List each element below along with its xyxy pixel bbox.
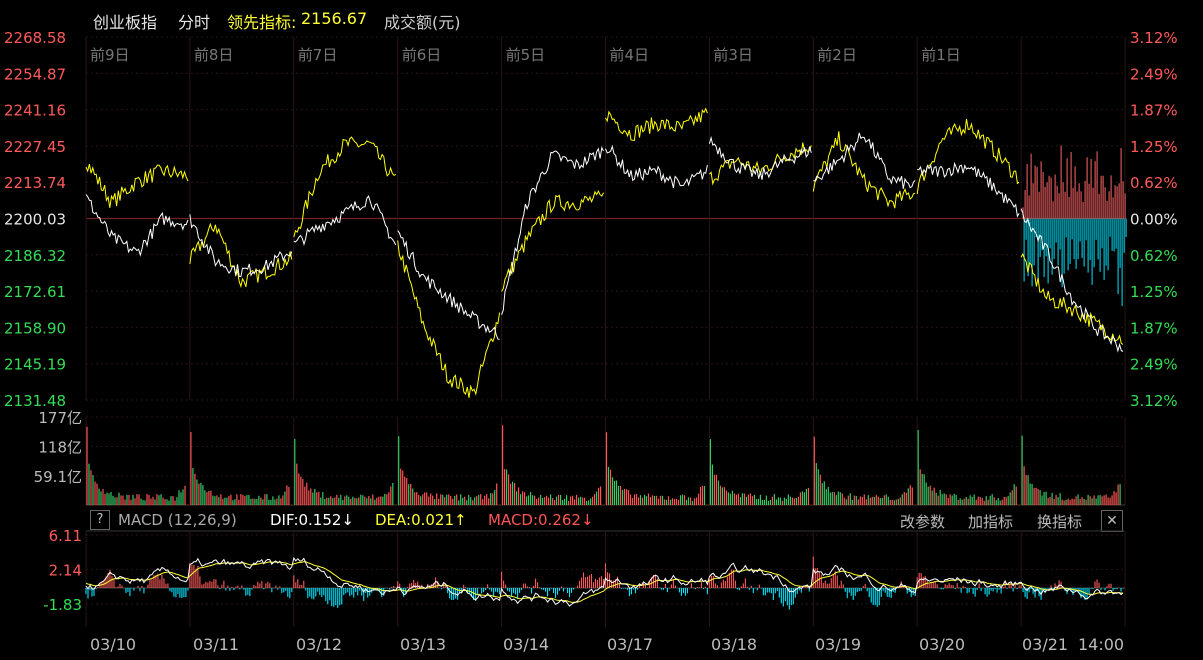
date-label: 03/21 (1022, 635, 1069, 654)
price-tick-right: 2.49% (1130, 65, 1178, 83)
day-label: 前4日 (610, 46, 650, 64)
day-label: 前2日 (817, 46, 857, 64)
day-label: 前9日 (90, 46, 130, 64)
day-label: 前3日 (713, 46, 753, 64)
price-tick-right: 0.62% (1130, 174, 1178, 192)
index-price-line (85, 132, 1124, 353)
volume-tick: 177亿 (38, 409, 82, 427)
date-label: 03/12 (296, 635, 343, 654)
macd-tick: 2.14 (49, 561, 82, 579)
day-label: 前8日 (194, 46, 234, 64)
day-label: 前7日 (298, 46, 338, 64)
price-tick-left: 2254.87 (4, 65, 66, 83)
date-label: 14:00 (1078, 635, 1125, 654)
price-tick-right: 1.25% (1130, 283, 1178, 301)
volume-tick: 118亿 (38, 439, 82, 457)
date-label: 03/17 (607, 635, 654, 654)
date-label: 03/13 (400, 635, 447, 654)
price-tick-left: 2213.74 (4, 174, 66, 192)
price-tick-left: 2268.58 (4, 29, 66, 47)
price-tick-right: 1.25% (1130, 138, 1178, 156)
volume-tick: 59.1亿 (34, 468, 82, 486)
date-label: 03/18 (711, 635, 758, 654)
date-label: 03/10 (90, 635, 137, 654)
price-tick-right: 3.12% (1130, 29, 1178, 47)
day-label: 前6日 (402, 46, 442, 64)
day-label: 前5日 (506, 46, 546, 64)
date-label: 03/14 (503, 635, 550, 654)
price-tick-right: 0.00% (1130, 211, 1178, 229)
date-label: 03/11 (193, 635, 240, 654)
price-tick-left: 2227.45 (4, 138, 66, 156)
leading-indicator-line (85, 107, 1124, 398)
price-tick-left: 2145.19 (4, 356, 66, 374)
price-tick-left: 2241.16 (4, 102, 66, 120)
price-tick-right: 1.87% (1130, 102, 1178, 120)
date-label: 03/19 (815, 635, 862, 654)
price-tick-right: 0.62% (1130, 247, 1178, 265)
volume-chart[interactable]: 177亿 118亿 59.1亿 (0, 405, 1203, 515)
price-chart[interactable]: 2268.58 3.12% 2254.87 2.49% 2241.16 1.87% 2227… (0, 0, 1203, 420)
day-label: 前1日 (921, 46, 961, 64)
macd-tick: 6.11 (49, 527, 82, 545)
date-label: 03/20 (919, 635, 966, 654)
price-tick-right: 2.49% (1130, 356, 1178, 374)
price-tick-left: 2200.03 (4, 211, 66, 229)
macd-tick: -1.83 (43, 596, 82, 614)
price-tick-left: 2172.61 (4, 283, 66, 301)
dif-line (85, 556, 1124, 607)
price-tick-right: 1.87% (1130, 319, 1178, 337)
price-tick-left: 2158.90 (4, 319, 66, 337)
date-axis: 03/10 03/11 03/12 03/13 03/14 03/17 03/1… (0, 632, 1203, 660)
price-tick-left: 2186.32 (4, 247, 66, 265)
